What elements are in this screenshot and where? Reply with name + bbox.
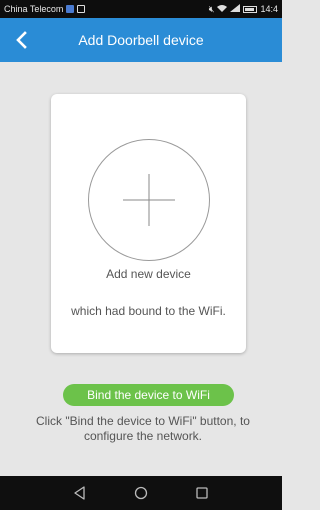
carrier-label: China Telecom: [4, 4, 64, 14]
configure-network-hint: Click "Bind the device to WiFi" button, …: [36, 414, 250, 443]
add-device-card[interactable]: Add new device which had bound to the Wi…: [51, 94, 246, 353]
plus-icon: [123, 174, 175, 226]
app-header: Add Doorbell device: [0, 18, 282, 62]
status-bar-right: 🔇︎ 14:4: [209, 4, 278, 14]
add-new-device-label: Add new device: [106, 267, 191, 281]
signal-icon: [230, 4, 241, 14]
recents-square-icon: [195, 487, 208, 499]
sim-icon: [66, 5, 75, 13]
nav-back-button[interactable]: [68, 481, 92, 505]
add-device-button[interactable]: [88, 139, 210, 261]
home-circle-icon: [134, 486, 148, 500]
status-time: 14:4: [260, 4, 278, 14]
image-notification-icon: [77, 5, 86, 13]
status-bar: China Telecom 🔇︎ 14:4: [0, 0, 282, 18]
nav-recents-button[interactable]: [190, 481, 214, 505]
bound-wifi-note: which had bound to the WiFi.: [71, 304, 226, 318]
wifi-icon: [217, 4, 228, 14]
battery-icon: [243, 5, 258, 13]
back-triangle-icon: [74, 486, 85, 500]
page-title: Add Doorbell device: [78, 32, 204, 48]
mute-icon: 🔇︎: [208, 3, 215, 14]
navigation-bar: [0, 476, 282, 510]
nav-home-button[interactable]: [129, 481, 153, 505]
bind-device-wifi-button[interactable]: Bind the device to WiFi: [63, 384, 234, 406]
status-bar-left: China Telecom: [4, 4, 86, 14]
